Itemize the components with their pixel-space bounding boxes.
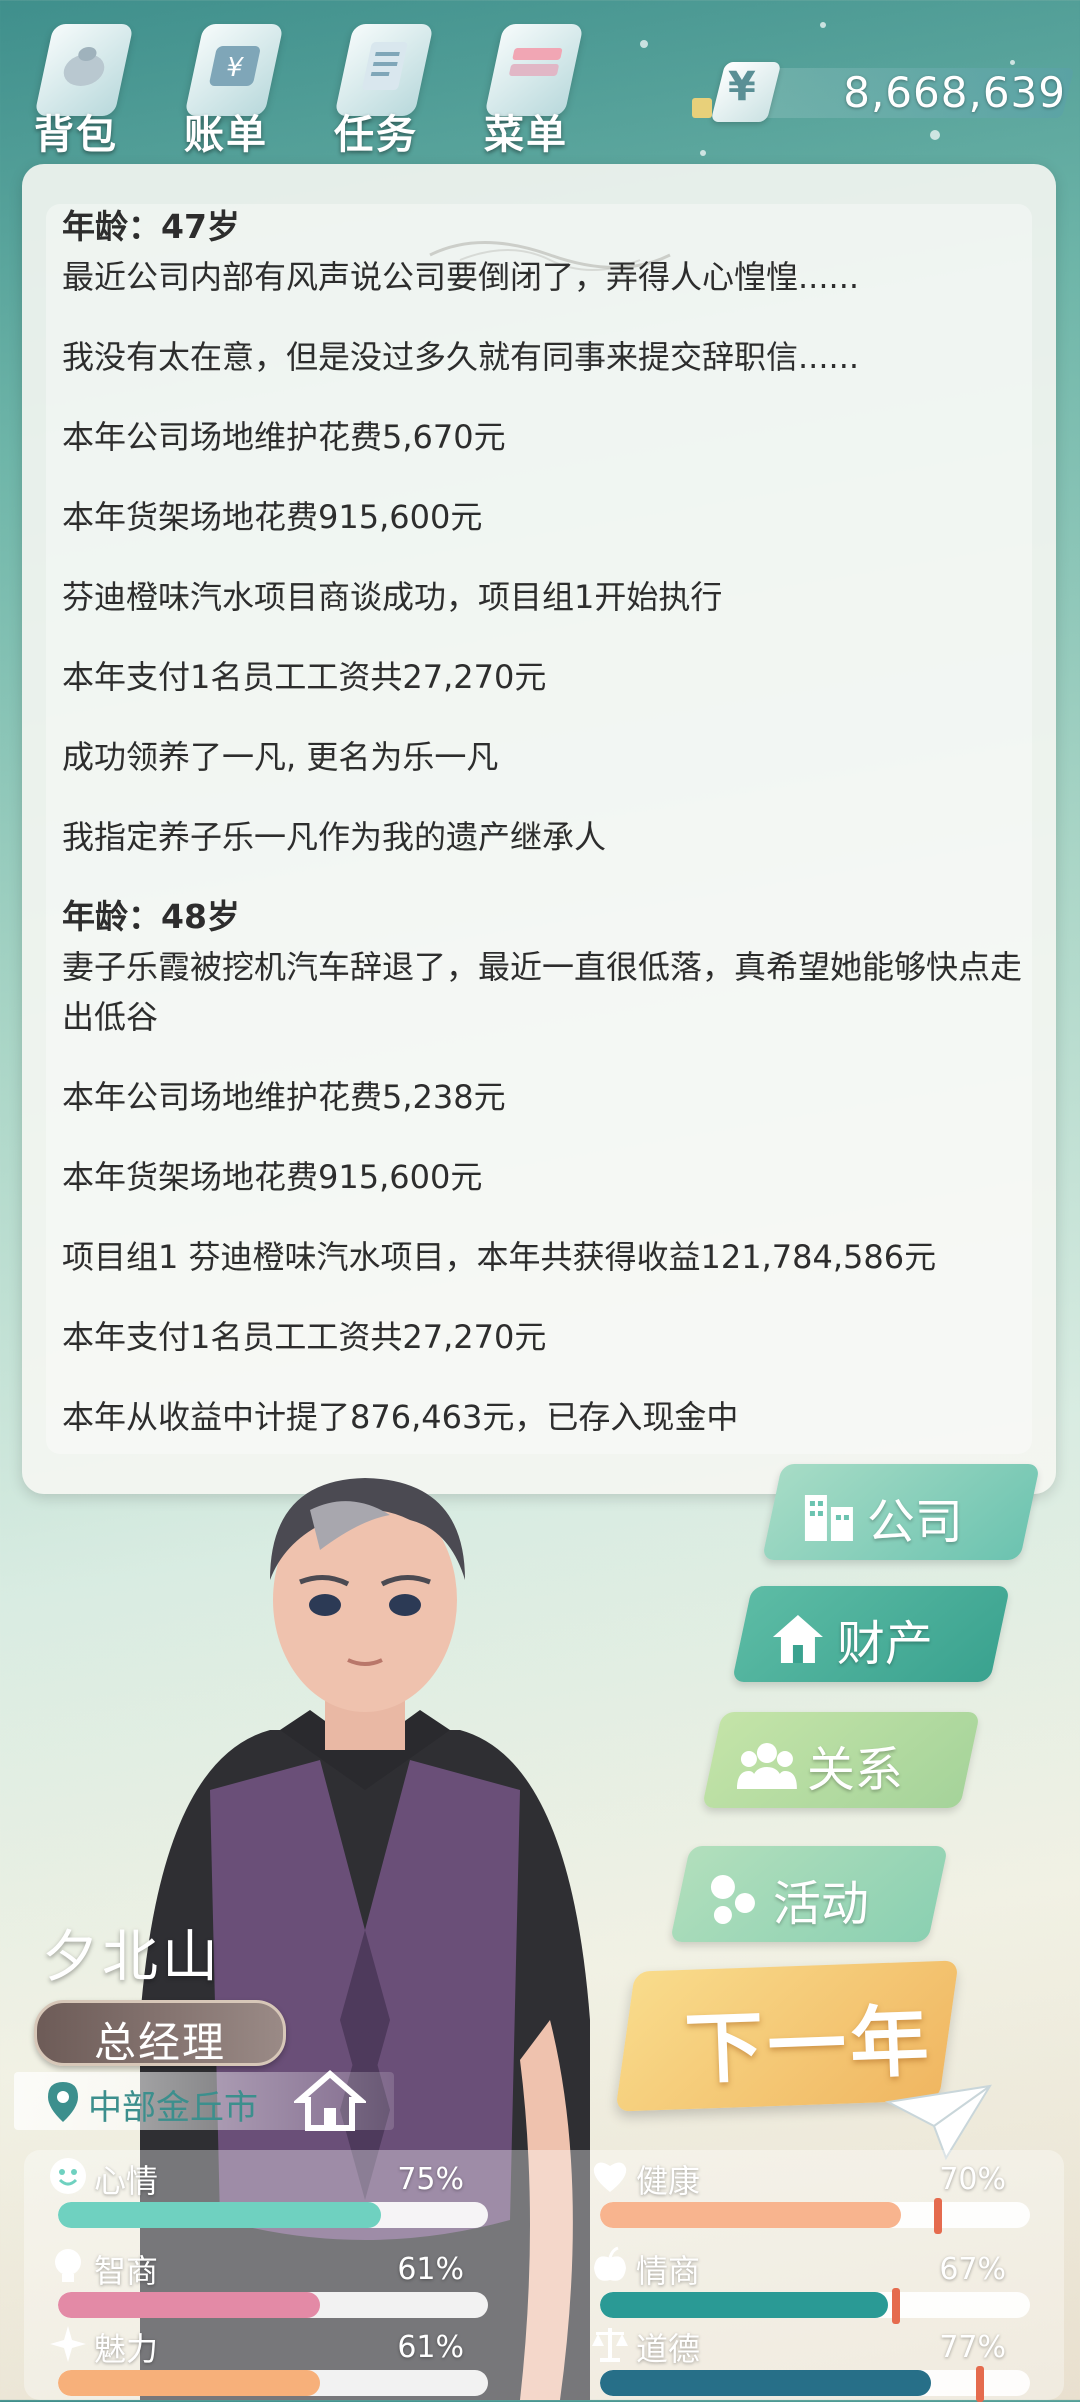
log-line: 本年公司场地维护花费5,670元 <box>62 418 506 456</box>
relations-label: 关系 <box>806 1742 903 1798</box>
location-bar[interactable]: 中部金丘市 <box>14 2070 394 2131</box>
building-icon <box>804 1495 853 1541</box>
stat-marker <box>976 2366 984 2402</box>
stat-marker <box>892 2288 900 2324</box>
house-icon <box>772 1615 823 1663</box>
stat-percent: 77% <box>939 2330 1006 2365</box>
location-text: 中部金丘市 <box>88 2088 258 2128</box>
stat-bar-fill <box>600 2292 889 2318</box>
smile-icon <box>50 2158 86 2194</box>
activity-icon <box>710 1875 755 1924</box>
stat-marker <box>934 2198 942 2234</box>
log-line: 本年货架场地花费915,600元 <box>62 1158 483 1196</box>
event-log: 年龄：47岁 最近公司内部有风声说公司要倒闭了，弄得人心惶惶...... 我没有… <box>62 202 1022 1472</box>
stat-percent: 61% <box>397 2252 464 2287</box>
nav-menu-button[interactable]: 菜单 <box>460 10 590 158</box>
nav-backpack-button[interactable]: 背包 <box>10 10 140 158</box>
stat-charm: 魅力 61% <box>24 2320 488 2400</box>
log-line: 我指定养子乐一凡作为我的遗产继承人 <box>62 818 607 856</box>
stat-bar-fill <box>600 2202 901 2228</box>
nav-bill-button[interactable]: ¥ 账单 <box>160 10 290 158</box>
stat-morality: 道德 77% <box>566 2320 1030 2402</box>
activity-button[interactable]: 活动 <box>669 1846 949 1942</box>
scale-icon <box>592 2328 628 2362</box>
location-pin-icon <box>48 2082 78 2122</box>
bulb-icon <box>55 2249 81 2282</box>
log-line: 项目组1 芬迪橙味汽水项目，本年共获得收益121,784,586元 <box>62 1238 937 1276</box>
stat-label: 健康 <box>636 2162 701 2200</box>
apple-icon <box>594 2246 626 2281</box>
log-line: 我没有太在意，但是没过多久就有同事来提交辞职信...... <box>62 338 860 376</box>
nav-task-label: 任务 <box>334 112 418 158</box>
job-title: 总经理 <box>93 2018 226 2067</box>
log-line: 妻子乐霞被挖机汽车辞退了，最近一直很低落，真希望她能够快点走出低谷 <box>62 948 1023 1036</box>
nav-menu-label: 菜单 <box>484 112 568 158</box>
sparkle-icon <box>50 2326 86 2362</box>
stat-percent: 70% <box>939 2162 1006 2197</box>
company-button[interactable]: 公司 <box>761 1464 1041 1560</box>
stat-health: 健康 70% <box>566 2152 1030 2234</box>
log-line: 本年支付1名员工工资共27,270元 <box>62 1318 547 1356</box>
property-label: 财产 <box>836 1616 933 1672</box>
stat-label: 魅力 <box>94 2330 159 2368</box>
stat-percent: 61% <box>397 2330 464 2365</box>
stat-mood: 心情 75% <box>24 2152 488 2232</box>
stat-label: 道德 <box>636 2330 701 2368</box>
job-title-badge: 总经理 <box>34 2000 286 2067</box>
stat-eq: 情商 67% <box>566 2242 1030 2324</box>
character-name: 夕北山 <box>42 1925 222 1990</box>
company-label: 公司 <box>866 1494 963 1550</box>
property-button[interactable]: 财产 <box>731 1586 1011 1682</box>
age-heading: 年龄：47岁 <box>62 207 240 246</box>
stat-label: 心情 <box>94 2162 159 2200</box>
stat-bar-fill <box>58 2202 381 2228</box>
log-line: 本年公司场地维护花费5,238元 <box>62 1078 506 1116</box>
age-heading: 年龄：48岁 <box>62 897 240 936</box>
people-icon <box>736 1743 797 1789</box>
nav-task-button[interactable]: 任务 <box>310 10 440 158</box>
heart-icon <box>593 2162 627 2192</box>
money-display: ¥ 8,668,639 <box>692 62 1075 122</box>
stat-iq: 智商 61% <box>24 2242 488 2322</box>
stat-percent: 67% <box>939 2252 1006 2287</box>
log-line: 本年支付1名员工工资共27,270元 <box>62 658 547 696</box>
log-line: 成功领养了一凡, 更名为乐一凡 <box>62 738 499 776</box>
activity-label: 活动 <box>772 1876 869 1932</box>
log-line: 最近公司内部有风声说公司要倒闭了，弄得人心惶惶...... <box>62 258 860 296</box>
log-line: 芬迪橙味汽水项目商谈成功，项目组1开始执行 <box>62 578 723 616</box>
money-symbol: ¥ <box>728 64 756 110</box>
money-value: 8,668,639 <box>843 68 1066 117</box>
stat-label: 智商 <box>94 2252 159 2290</box>
relations-button[interactable]: 关系 <box>701 1712 981 1808</box>
log-line: 本年从收益中计提了876,463元，已存入现金中 <box>62 1398 739 1436</box>
stat-bar-fill <box>58 2292 321 2318</box>
nav-bill-label: 账单 <box>184 112 268 158</box>
nav-backpack-label: 背包 <box>34 112 118 158</box>
home-icon[interactable] <box>294 2068 366 2132</box>
year-section: 年龄：48岁 妻子乐霞被挖机汽车辞退了，最近一直很低落，真希望她能够快点走出低谷… <box>62 892 1022 1442</box>
stat-percent: 75% <box>397 2162 464 2197</box>
stat-bar-fill <box>58 2370 321 2396</box>
stat-bar-fill <box>600 2370 932 2396</box>
log-line: 本年货架场地花费915,600元 <box>62 498 483 536</box>
stat-label: 情商 <box>636 2252 701 2290</box>
year-section: 年龄：47岁 最近公司内部有风声说公司要倒闭了，弄得人心惶惶...... 我没有… <box>62 202 1022 862</box>
